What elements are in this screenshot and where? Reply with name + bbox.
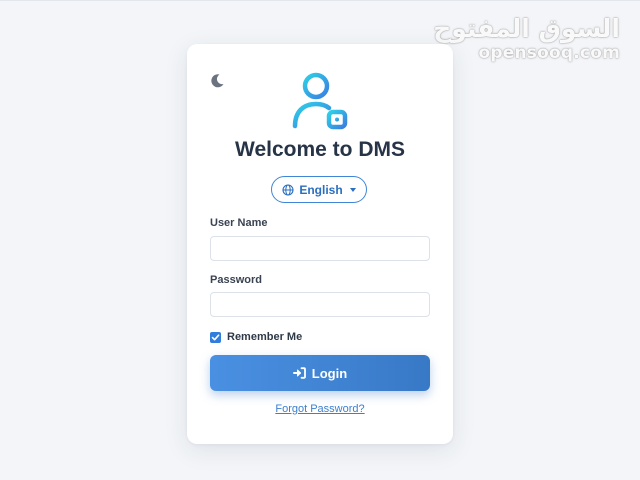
page-title: Welcome to DMS [235,138,405,161]
language-dropdown[interactable]: English [271,176,367,203]
remember-me-checkbox[interactable] [210,331,221,343]
language-selected: English [299,182,343,197]
user-key-icon [292,72,348,130]
opensooq-watermark: السوق المفتوح opensooq.com [433,14,620,62]
login-button[interactable]: Login [210,355,430,391]
remember-me[interactable]: Remember Me [210,331,302,343]
login-label: Login [311,365,348,381]
moon-icon[interactable] [209,73,225,89]
sign-in-icon [292,367,306,379]
check-icon [211,333,220,340]
globe-icon [282,183,294,196]
forgot-password-link[interactable]: Forgot Password? [187,403,453,415]
watermark-latin: opensooq.com [478,43,620,63]
login-card: Welcome to DMS English User Name Passwor… [187,44,453,444]
password-label: Password [210,274,262,286]
username-label: User Name [210,217,268,229]
caret-down-icon [349,187,356,192]
password-input[interactable] [210,292,430,317]
remember-me-label: Remember Me [227,331,303,343]
top-divider [0,0,640,1]
username-input[interactable] [210,236,430,261]
watermark-arabic: السوق المفتوح [433,14,620,43]
